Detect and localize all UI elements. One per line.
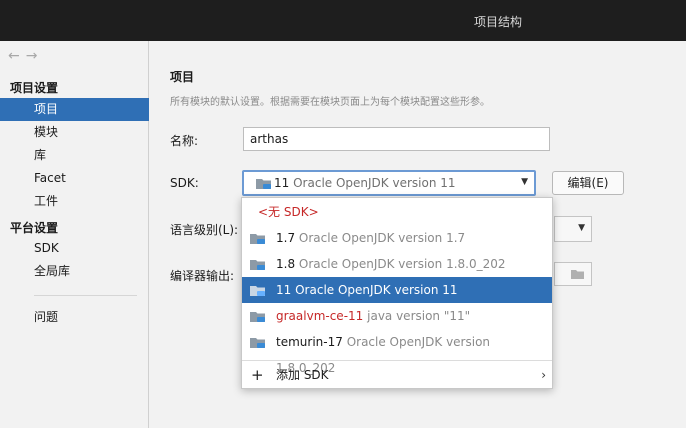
sdk-dropdown-value: 11 Oracle OpenJDK version 11: [274, 176, 456, 190]
sdk-option[interactable]: graalvm-ce-11 java version "11": [242, 303, 552, 329]
sidebar-item-libraries[interactable]: 库: [0, 144, 149, 167]
sdk-popup-list: <无 SDK> 1.7 Oracle OpenJDK version 1.7 1…: [241, 197, 553, 389]
sidebar-divider: [34, 295, 137, 296]
sdk-option-name: 1.8: [276, 257, 296, 271]
sidebar-item-artifacts[interactable]: 工件: [0, 190, 149, 213]
edit-sdk-button[interactable]: 编辑(E): [552, 171, 624, 195]
sdk-folder-icon: [250, 338, 265, 348]
sdk-option-version: Oracle OpenJDK version 1.7: [298, 231, 466, 245]
sidebar-item-sdk[interactable]: SDK: [0, 237, 149, 260]
sdk-option-name: 11: [276, 283, 292, 297]
dropdown-arrow-icon: ▼: [521, 177, 528, 187]
chevron-right-icon: ›: [541, 368, 546, 382]
sdk-selected-name: 11: [274, 176, 290, 190]
sidebar: ←→ 项目设置 项目 模块 库 Facet 工件 平台设置 SDK 全局库 问题: [0, 41, 149, 428]
sdk-label: SDK:: [170, 176, 199, 190]
sidebar-item-label: SDK: [34, 241, 59, 255]
add-sdk-item[interactable]: + 添加 SDK ›: [242, 362, 552, 388]
sidebar-section-project-settings: 项目设置: [10, 81, 59, 95]
sidebar-item-label: 项目: [34, 102, 59, 116]
sdk-folder-icon: [250, 234, 265, 244]
forward-arrow-icon[interactable]: →: [26, 48, 44, 64]
sidebar-item-label: 工件: [34, 194, 59, 208]
name-input[interactable]: arthas: [243, 127, 550, 151]
sdk-option-version: Oracle OpenJDK version 1.8.0_202: [298, 257, 506, 271]
back-arrow-icon[interactable]: ←: [8, 48, 26, 64]
sdk-option-version: Oracle OpenJDK version 11: [295, 283, 458, 297]
sidebar-item-label: 全局库: [34, 264, 71, 278]
browse-folder-icon[interactable]: [571, 268, 585, 280]
sdk-option-version: java version "11": [367, 309, 471, 323]
sidebar-item-facet[interactable]: Facet: [0, 167, 149, 190]
language-level-label: 语言级别(L):: [170, 223, 239, 237]
sdk-option-no-sdk[interactable]: <无 SDK>: [242, 199, 552, 225]
sidebar-item-problems[interactable]: 问题: [0, 306, 149, 329]
name-label: 名称:: [170, 134, 199, 148]
sidebar-item-modules[interactable]: 模块: [0, 121, 149, 144]
compiler-output-field[interactable]: [554, 262, 592, 286]
sidebar-item-label: 库: [34, 148, 47, 162]
sdk-option[interactable]: 1.7 Oracle OpenJDK version 1.7: [242, 225, 552, 251]
sdk-option-name: temurin-17: [276, 335, 343, 349]
nav-arrows: ←→: [8, 48, 43, 64]
sdk-option[interactable]: 1.8 Oracle OpenJDK version 1.8.0_202: [242, 251, 552, 277]
sdk-dropdown[interactable]: 11 Oracle OpenJDK version 11 ▼: [242, 170, 536, 196]
sdk-option[interactable]: temurin-17 Oracle OpenJDK version 1.8.0_…: [242, 329, 552, 375]
sdk-folder-icon: [250, 260, 265, 270]
sdk-option-name: 1.7: [276, 231, 296, 245]
popup-divider: [242, 360, 552, 361]
plus-icon: +: [251, 366, 264, 384]
sidebar-item-project[interactable]: 项目: [0, 98, 149, 121]
window-title: 项目结构: [474, 15, 523, 29]
page-description: 所有模块的默认设置。根据需要在模块页面上为每个模块配置这些形参。: [170, 97, 490, 108]
sdk-selected-version: Oracle OpenJDK version 11: [293, 176, 456, 190]
sdk-folder-icon: [250, 286, 265, 296]
title-bar: 项目结构: [0, 0, 686, 41]
add-sdk-label: 添加 SDK: [276, 368, 329, 382]
sdk-option-name: graalvm-ce-11: [276, 309, 364, 323]
sdk-folder-icon: [256, 179, 271, 189]
dropdown-arrow-icon: ▼: [578, 223, 585, 233]
sidebar-section-platform-settings: 平台设置: [10, 221, 59, 235]
sdk-folder-icon: [250, 312, 265, 322]
sidebar-item-label: 模块: [34, 125, 59, 139]
compiler-output-label: 编译器输出:: [170, 269, 235, 283]
sdk-option-label: <无 SDK>: [258, 205, 319, 219]
sidebar-item-global-libraries[interactable]: 全局库: [0, 260, 149, 283]
sdk-option-selected[interactable]: 11 Oracle OpenJDK version 11: [242, 277, 552, 303]
sidebar-item-label: 问题: [34, 310, 59, 324]
language-level-dropdown[interactable]: ▼: [554, 216, 592, 242]
sidebar-item-label: Facet: [34, 171, 66, 185]
page-title: 项目: [170, 70, 195, 84]
